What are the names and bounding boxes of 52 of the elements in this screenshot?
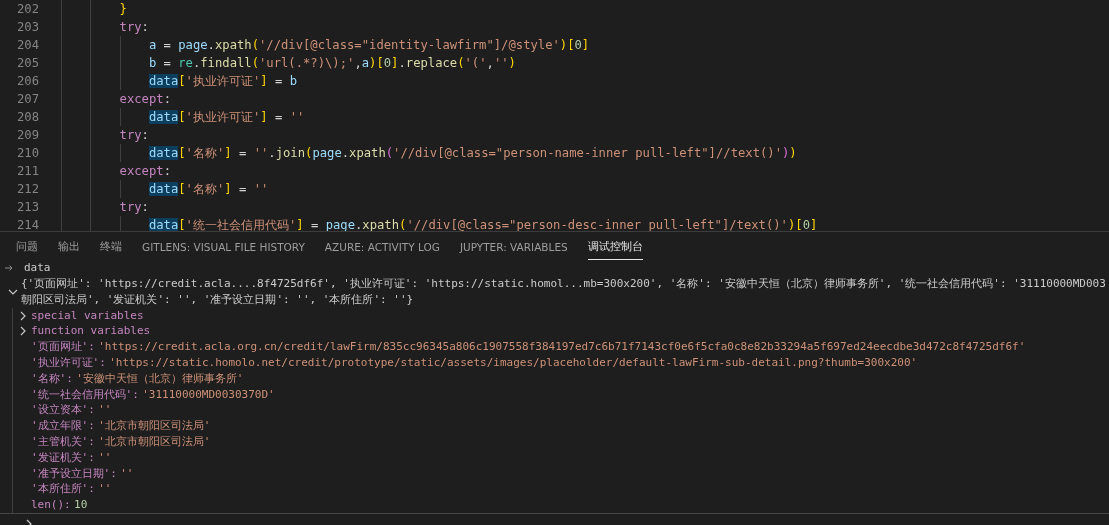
- code-line: a = page.xpath('//div[@class="identity-lawfirm"]/@style')[0]: [148, 38, 590, 52]
- line-number: 203: [16, 20, 39, 34]
- code-line: data['执业许可证'] = b: [148, 72, 297, 90]
- variable-entry: '发证机关': '': [31, 449, 112, 466]
- line-number: 211: [16, 164, 39, 178]
- variable-group[interactable]: function variables: [31, 323, 151, 340]
- variable-entry: '本所住所': '': [31, 481, 112, 498]
- variable-group[interactable]: special variables: [31, 307, 144, 324]
- code-line: }: [119, 2, 127, 16]
- line-number: 208: [16, 110, 39, 124]
- variable-entry: '准予设立日期': '': [31, 465, 134, 482]
- code-line: try:: [119, 20, 149, 34]
- line-number: 204: [16, 38, 39, 52]
- chevron-right-icon[interactable]: [18, 310, 28, 321]
- code-line: data['名称'] = ''.join(page.xpath('//div[@class="person-name-inner pull-left"]//text()')): [148, 144, 797, 162]
- variable-entry: '设立资本': '': [31, 402, 112, 419]
- panel-tab[interactable]: 终端: [100, 232, 122, 261]
- panel-tab[interactable]: GITLENS: VISUAL FILE HISTORY: [142, 232, 305, 261]
- line-number: 202: [16, 2, 39, 16]
- line-number: 209: [16, 128, 39, 142]
- code-line: except:: [119, 164, 171, 178]
- arrow-icon: [5, 265, 13, 272]
- line-number: 214: [16, 218, 39, 232]
- line-number: 207: [16, 92, 39, 106]
- variable-entry: '执业许可证': 'https://static.homolo.net/credit/prototype/static/assets/images/placeholder/default-lawFirm-sub-detail.png?thumb=300x200': [31, 355, 918, 371]
- variable-entry: '页面网址': 'https://credit.acla.org.cn/credit/lawFirm/835cc96345a806c1907558f384197ed7c6b71f7143cf0e6f5cfa0c8e82b33294a5f697ed24eecdbe3d472c8f4725df6f': [31, 339, 1026, 356]
- code-line: data['统一社会信用代码'] = page.xpath('//div[@class="person-desc-inner pull-left"]/text()')[0]: [148, 216, 818, 232]
- line-number: 206: [16, 74, 39, 88]
- code-line: try:: [119, 128, 149, 142]
- line-number: 210: [16, 146, 39, 160]
- chevron-right-icon[interactable]: [18, 326, 28, 337]
- panel-tab[interactable]: 输出: [58, 232, 80, 261]
- panel-tab[interactable]: 问题: [16, 232, 38, 261]
- panel-tab[interactable]: JUPYTER: VARIABLES: [459, 232, 568, 261]
- variable-entry: len(): 10: [31, 497, 88, 513]
- variable-entry: '名称': '安徽中天恒（北京）律师事务所': [31, 370, 244, 387]
- line-number: 213: [16, 200, 39, 214]
- variable-entry: '主管机关': '北京市朝阳区司法局': [31, 434, 211, 450]
- code-line: except:: [119, 92, 171, 106]
- code-line: data['执业许可证'] = '': [148, 108, 305, 126]
- console-input-text: data: [24, 260, 51, 277]
- object-summary: 朝阳区司法局', '发证机关': '', '准予设立日期': '', '本所住所': ''}: [21, 291, 415, 308]
- line-number: 205: [16, 56, 39, 70]
- panel-tab[interactable]: AZURE: ACTIVITY LOG: [324, 232, 440, 261]
- variable-entry: '统一社会信用代码': '31110000MD0030370D': [31, 386, 275, 403]
- object-summary: {'页面网址': 'https://credit.acla....8f4725df6f', '执业许可证': 'https://static.homol...mb=300x200', '名称': '安徽中天恒（北京）律师事务所', '统一社会信用代码': '31110000MD003: [21, 276, 1106, 292]
- code-line: try:: [119, 200, 149, 214]
- variable-entry: '成立年限': '北京市朝阳区司法局': [31, 418, 211, 434]
- line-number: 212: [16, 182, 39, 196]
- code-line: b = re.findall('url(.*?)\);',a)[0].replace('(',''): [148, 56, 516, 70]
- code-line: data['名称'] = '': [148, 180, 269, 198]
- panel-tab[interactable]: 调试控制台: [587, 232, 643, 261]
